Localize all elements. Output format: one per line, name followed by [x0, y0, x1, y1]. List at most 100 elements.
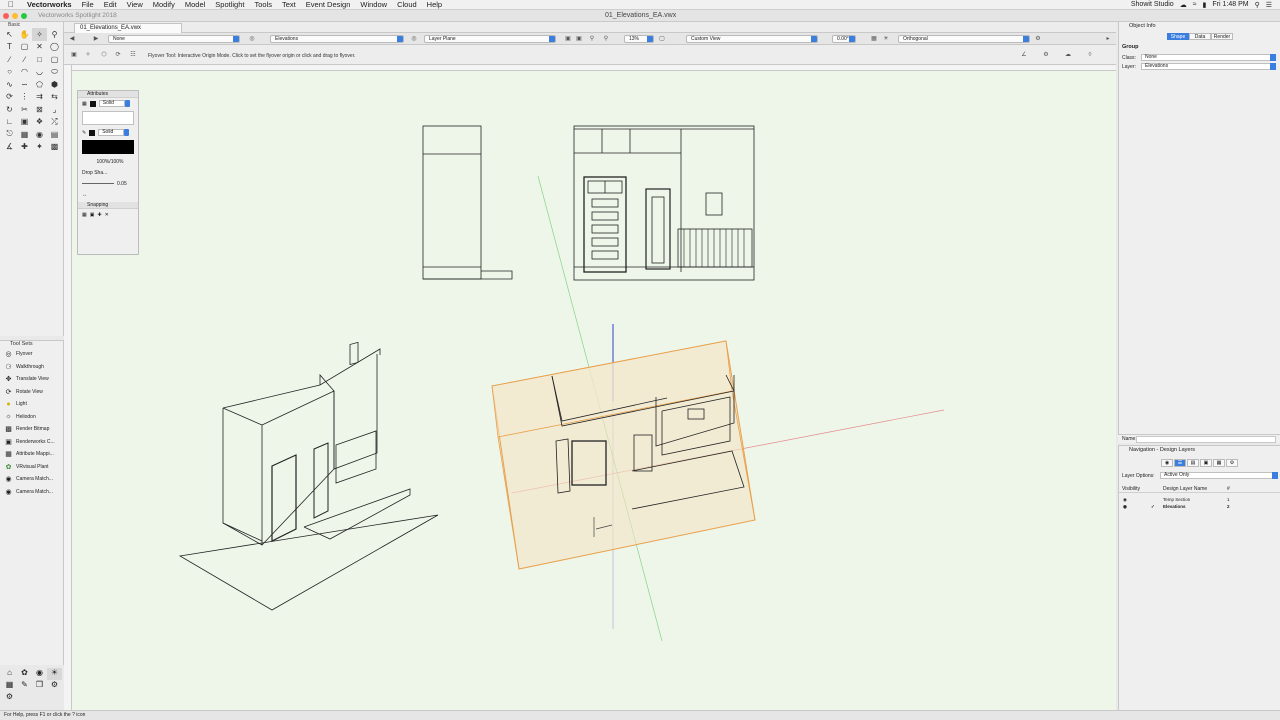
protractor-tool-icon[interactable]: ∡: [2, 141, 17, 154]
render-quality-icon[interactable]: ☁: [1064, 51, 1072, 59]
snap-object-icon[interactable]: ▣: [90, 212, 95, 218]
zoom-tool-icon[interactable]: ⚲: [47, 28, 62, 41]
render-mode-icon[interactable]: ▦: [870, 35, 878, 43]
menu-cloud[interactable]: Cloud: [392, 0, 422, 9]
layer-visibility-icon[interactable]: ◎: [410, 35, 418, 43]
toolset-item-attribute-mapping[interactable]: ▦ Attribute Mappi...: [0, 448, 63, 461]
toolset-item-camera-match-1[interactable]: ◉ Camera Match...: [0, 473, 63, 486]
class-select[interactable]: None: [1141, 54, 1276, 61]
fill-style-select[interactable]: Solid: [98, 100, 130, 107]
layer-select[interactable]: Elevations: [1141, 63, 1276, 70]
circle-tool-icon[interactable]: ○: [2, 66, 17, 79]
toolset-item-flyover[interactable]: ◎ Flyover: [0, 348, 63, 361]
dimension-tool-icon[interactable]: ✕: [32, 41, 47, 54]
tab-shape[interactable]: Shape: [1167, 33, 1189, 40]
trim-tool-icon[interactable]: ⊠: [32, 103, 47, 116]
freehand-tool-icon[interactable]: ∿: [2, 78, 17, 91]
zoom-out-icon[interactable]: ⚲: [602, 35, 610, 43]
active-layer-select[interactable]: Elevations: [270, 35, 404, 43]
apple-menu-icon[interactable]: : [0, 0, 22, 9]
col-visibility[interactable]: Visibility: [1122, 486, 1140, 492]
rotation-angle-field[interactable]: 0.00°: [832, 35, 856, 43]
zoom-window-icon[interactable]: [21, 13, 27, 19]
zoom-fit-icon[interactable]: ▣: [575, 35, 583, 43]
menu-list-icon[interactable]: ☰: [1266, 1, 1272, 9]
toolset-item-camera-match-2[interactable]: ◉ Camera Match...: [0, 486, 63, 499]
clock[interactable]: Fri 1:48 PM: [1212, 1, 1248, 8]
toolset-dims-icon[interactable]: ▦: [2, 680, 17, 692]
zoom-level-select[interactable]: 13%: [624, 35, 654, 43]
fillet-tool-icon[interactable]: ⌟: [47, 103, 62, 116]
eye-icon[interactable]: ◉: [1123, 504, 1127, 510]
origin-mode-icon[interactable]: ▣: [70, 51, 78, 59]
pan-tool-icon[interactable]: ✋: [17, 28, 32, 41]
camera-tool-icon[interactable]: ▩: [47, 141, 62, 154]
snap-icon[interactable]: ∠: [1020, 51, 1028, 59]
nav-layers-icon[interactable]: ☰: [1174, 459, 1186, 467]
attribute-mapping-tool-icon[interactable]: ▦: [17, 128, 32, 141]
menu-help[interactable]: Help: [422, 0, 447, 9]
toolset-item-render-bitmap[interactable]: ▩ Render Bitmap: [0, 423, 63, 436]
reshape-tool-icon[interactable]: ❖: [32, 116, 47, 129]
cloud-icon[interactable]: ☁: [1180, 1, 1187, 9]
snap-grid-icon[interactable]: ▦: [82, 212, 87, 218]
offset-tool-icon[interactable]: ⇉: [32, 91, 47, 104]
menu-modify[interactable]: Modify: [148, 0, 180, 9]
pen-style-select[interactable]: Solid: [98, 129, 130, 136]
col-layer-name[interactable]: Design Layer Name: [1163, 486, 1207, 492]
nav-classes-icon[interactable]: ◉: [1161, 459, 1173, 467]
toolset-item-rotate-view[interactable]: ⟳ Rotate View: [0, 386, 63, 399]
callout-tool-icon[interactable]: ▢: [17, 41, 32, 54]
selection-tool-icon[interactable]: ↖: [2, 28, 17, 41]
toolset-item-renderworks-camera[interactable]: ▣ Renderworks C...: [0, 436, 63, 449]
eyedropper-tool-icon[interactable]: ◯: [47, 41, 62, 54]
toolset-item-vrvisual-plant[interactable]: ✿ VRvisual Plant: [0, 461, 63, 474]
clip-tool-icon[interactable]: ▣: [17, 116, 32, 129]
toolset-extra-icon[interactable]: ⚙: [2, 692, 17, 704]
zoom-in-icon[interactable]: ⚲: [588, 35, 596, 43]
document-tab[interactable]: 01_Elevations_EA.vwx: [74, 23, 182, 33]
toolset-item-heliodon[interactable]: ☼ Heliodon: [0, 411, 63, 424]
visibility-tool-icon[interactable]: ◉: [32, 128, 47, 141]
tape-measure-tool-icon[interactable]: ▤: [47, 128, 62, 141]
close-window-icon[interactable]: [3, 13, 9, 19]
search-icon[interactable]: ⚲: [1255, 1, 1260, 9]
locus-tool-icon[interactable]: ✚: [17, 141, 32, 154]
flyover-tool-icon[interactable]: ✧: [32, 28, 47, 41]
rectangle-tool-icon[interactable]: □: [32, 53, 47, 66]
layer-stack-icon[interactable]: ◊: [1086, 51, 1094, 59]
menu-file[interactable]: File: [77, 0, 99, 9]
col-layer-number[interactable]: #: [1227, 486, 1230, 492]
center-mode-icon[interactable]: ⬡: [100, 51, 108, 59]
toolset-spotlight-icon[interactable]: ◉: [32, 668, 47, 680]
menu-model[interactable]: Model: [180, 0, 210, 9]
settings-gear-icon[interactable]: ⚙: [1042, 51, 1050, 59]
layer-options-select[interactable]: Active Only: [1160, 472, 1278, 479]
minimize-window-icon[interactable]: [12, 13, 18, 19]
render-options-icon[interactable]: ⚙: [1034, 35, 1042, 43]
nav-sheets-icon[interactable]: ▤: [1187, 459, 1199, 467]
menu-view[interactable]: View: [122, 0, 148, 9]
line-tool-icon[interactable]: ∕: [2, 53, 17, 66]
spiral-tool-icon[interactable]: ⟳: [2, 91, 17, 104]
polyline-tool-icon[interactable]: ∽: [17, 78, 32, 91]
layer-row-active[interactable]: ◉ ✓ Elevations 2: [1119, 503, 1280, 510]
move-by-points-tool-icon[interactable]: ⤮: [47, 116, 62, 129]
layer-row[interactable]: ◉ Temp Section 1: [1119, 496, 1280, 503]
double-line-tool-icon[interactable]: ∕: [17, 53, 32, 66]
orbit-mode-icon[interactable]: ⟳: [114, 51, 122, 59]
menu-edit[interactable]: Edit: [99, 0, 122, 9]
preferences-mode-icon[interactable]: ☷: [129, 51, 137, 59]
back-arrow-icon[interactable]: ◀: [68, 35, 76, 43]
stipple-tool-icon[interactable]: ⋮: [17, 91, 32, 104]
toolset-edit-icon[interactable]: ✎: [17, 680, 32, 692]
line-thickness-row[interactable]: 0.05: [78, 178, 138, 189]
flyover-mode-icon[interactable]: ✧: [84, 51, 92, 59]
toolset-misc-icon[interactable]: ⚙: [47, 680, 62, 692]
rounded-rect-tool-icon[interactable]: ▢: [47, 53, 62, 66]
nav-views-icon[interactable]: ▣: [1200, 459, 1212, 467]
wifi-icon[interactable]: ≈: [1193, 1, 1197, 8]
standard-view-select[interactable]: Custom View: [686, 35, 818, 43]
forward-arrow-icon[interactable]: ▶: [92, 35, 100, 43]
menu-app[interactable]: Vectorworks: [22, 0, 77, 9]
